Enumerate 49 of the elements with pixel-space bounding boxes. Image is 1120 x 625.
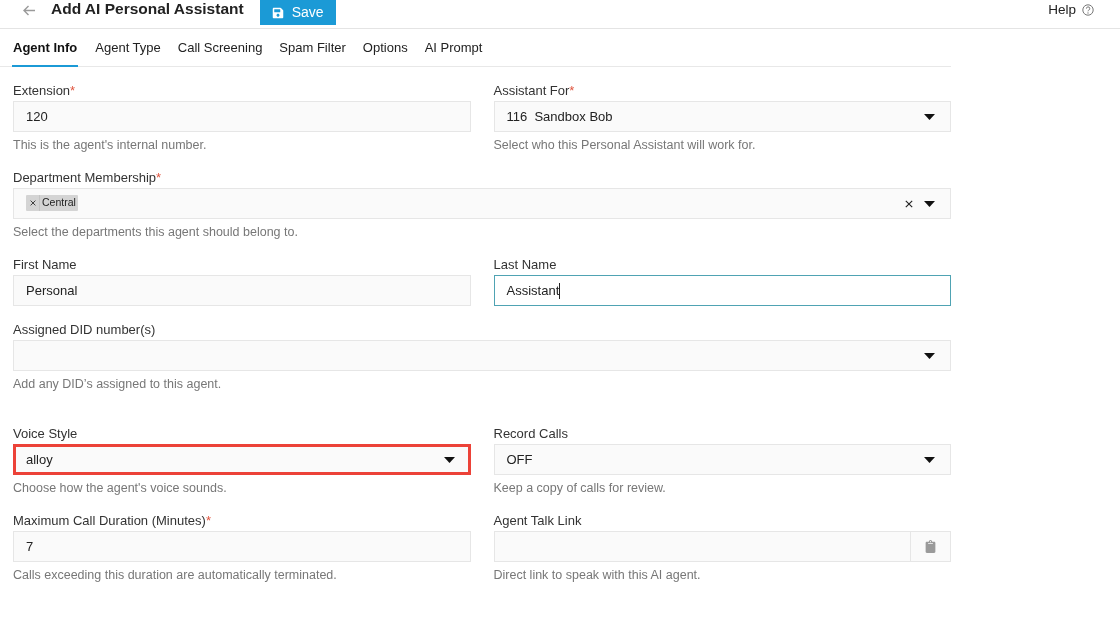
field-label: Voice Style [13, 426, 78, 442]
help-text: Select the departments this agent should belong to. [13, 224, 298, 240]
field-label: Assigned DID number(s) [13, 322, 156, 338]
help-text: Add any DID’s assigned to this agent. [13, 376, 222, 392]
field-label: Last Name [493, 257, 557, 273]
select-field[interactable] [13, 340, 951, 371]
clear-icon[interactable] [905, 199, 913, 208]
select-field[interactable]: 116 Sandbox Bob [493, 101, 951, 132]
tab[interactable]: Agent Type [95, 29, 161, 67]
help-text: Select who this Personal Assistant will work for. [493, 137, 756, 153]
select-field[interactable]: alloy [13, 444, 471, 475]
field-label: Department Membership* [13, 170, 162, 186]
tab[interactable]: Options [362, 29, 408, 67]
text-cursor-icon [559, 282, 561, 299]
remove-icon[interactable] [29, 200, 36, 206]
clipboard-icon [924, 540, 937, 553]
help-icon [1082, 4, 1094, 16]
tab[interactable]: Call Screening [177, 29, 263, 67]
arrow-left-icon [22, 4, 36, 16]
help-text: Keep a copy of calls for review. [493, 480, 666, 496]
text-input[interactable]: Personal [13, 275, 471, 306]
text-input[interactable]: Assistant [493, 275, 951, 306]
help-text: Calls exceeding this duration are automatically terminated. [13, 567, 337, 583]
caret-down-icon [443, 456, 455, 463]
caret-down-icon [924, 113, 935, 120]
link-input[interactable] [493, 531, 911, 562]
field-label: Agent Talk Link [493, 513, 582, 529]
field-label: Maximum Call Duration (Minutes)* [13, 513, 211, 529]
department-tag[interactable]: Central [26, 195, 78, 211]
caret-down-icon [924, 352, 935, 359]
help-text: Choose how the agent's voice sounds. [13, 480, 227, 496]
tab[interactable]: Spam Filter [279, 29, 346, 67]
tab[interactable]: Agent Info [12, 29, 79, 67]
field-label: Extension* [13, 83, 76, 99]
multiselect-field[interactable]: Central [13, 188, 951, 219]
field-label: First Name [13, 257, 77, 273]
copy-button[interactable] [911, 531, 951, 562]
field-label: Record Calls [493, 426, 568, 442]
caret-down-icon [924, 200, 935, 207]
text-input[interactable]: 7 [13, 531, 471, 562]
select-field[interactable]: OFF [493, 444, 951, 475]
help-text: Direct link to speak with this AI agent. [493, 567, 701, 583]
help-link[interactable]: Help [1048, 0, 1094, 20]
help-text: This is the agent's internal number. [13, 137, 207, 153]
text-input[interactable]: 120 [13, 101, 471, 132]
field-label: Assistant For* [493, 83, 575, 99]
tab[interactable]: AI Prompt [424, 29, 483, 67]
page-title: Add AI Personal Assistant [51, 0, 244, 19]
caret-down-icon [924, 456, 935, 463]
